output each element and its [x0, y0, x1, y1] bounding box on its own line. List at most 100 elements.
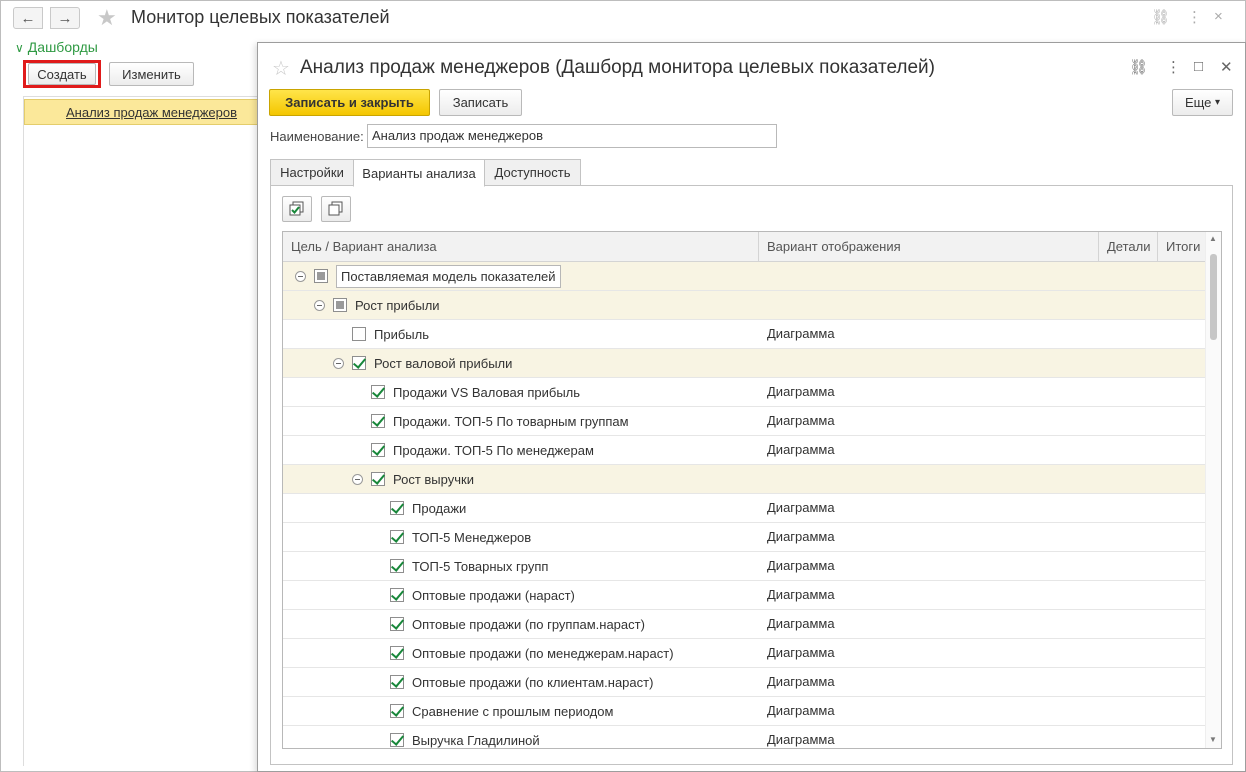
row-name-cell: Оптовые продажи (по клиентам.нараст)	[390, 668, 653, 696]
page-title: Монитор целевых показателей	[131, 7, 390, 27]
table-row[interactable]: Оптовые продажи (по менеджерам.нараст) Ди…	[283, 639, 1207, 668]
collapse-icon[interactable]	[314, 299, 325, 311]
row-name-cell: Рост валовой прибыли	[333, 349, 512, 377]
row-checkbox[interactable]	[390, 675, 404, 689]
table-row[interactable]: Продажи. ТОП-5 По менеджерам Диаграмма	[283, 436, 1207, 465]
row-checkbox[interactable]	[371, 472, 385, 486]
column-header-display[interactable]: Вариант отображения	[759, 232, 1099, 262]
row-checkbox[interactable]	[314, 269, 328, 283]
table-row[interactable]: Сравнение с прошлым периодом Диаграмма	[283, 697, 1207, 726]
list-item[interactable]: Анализ продаж менеджеров	[24, 99, 264, 125]
edit-button[interactable]: Изменить	[109, 62, 194, 86]
row-name-cell: Выручка Гладилиной	[390, 726, 540, 748]
row-name-cell: Продажи. ТОП-5 По товарным группам	[371, 407, 629, 435]
tab-settings[interactable]: Настройки	[270, 159, 354, 186]
name-field[interactable]: Анализ продаж менеджеров	[367, 124, 777, 148]
row-label: Рост валовой прибыли	[374, 355, 513, 371]
column-header-totals[interactable]: Итоги	[1158, 232, 1207, 262]
table-row[interactable]: Выручка Гладилиной Диаграмма	[283, 726, 1207, 748]
row-name-cell: Оптовые продажи (нараст)	[390, 581, 575, 609]
forward-button[interactable]: →	[50, 7, 80, 29]
row-display-variant: Диаграмма	[767, 384, 835, 399]
table-row[interactable]: Оптовые продажи (нараст) Диаграмма	[283, 581, 1207, 610]
check-all-button[interactable]	[282, 196, 312, 222]
collapse-icon[interactable]	[295, 270, 306, 282]
close-icon[interactable]: ×	[1214, 8, 1223, 25]
table-row[interactable]: Рост выручки	[283, 465, 1207, 494]
more-icon[interactable]: ⋮	[1187, 8, 1202, 26]
row-label: Выручка Гладилиной	[412, 732, 540, 748]
row-checkbox[interactable]	[371, 385, 385, 399]
row-checkbox[interactable]	[352, 327, 366, 341]
row-checkbox[interactable]	[390, 733, 404, 747]
row-name-cell: Оптовые продажи (по менеджерам.нараст)	[390, 639, 674, 667]
main-header: ← → ★ Монитор целевых показателей ⛓ ⋮ ×	[1, 1, 1245, 35]
table-row[interactable]: Прибыль Диаграмма	[283, 320, 1207, 349]
scroll-down-icon[interactable]: ▼	[1209, 735, 1217, 744]
row-display-variant: Диаграмма	[767, 529, 835, 544]
row-label: Рост выручки	[393, 471, 474, 487]
row-display-variant: Диаграмма	[767, 732, 835, 747]
maximize-icon[interactable]: □	[1194, 58, 1203, 75]
dropdown-arrow-icon: ▾	[1215, 97, 1221, 108]
dialog-title: Анализ продаж менеджеров (Дашборд монито…	[300, 57, 935, 78]
row-checkbox[interactable]	[390, 530, 404, 544]
row-label: Рост прибыли	[355, 297, 440, 313]
scroll-up-icon[interactable]: ▲	[1209, 234, 1217, 243]
row-label: Поставляемая модель показателей	[336, 264, 561, 288]
row-display-variant: Диаграмма	[767, 703, 835, 718]
row-checkbox[interactable]	[390, 559, 404, 573]
more-label: Еще	[1184, 95, 1212, 110]
column-header-goal[interactable]: Цель / Вариант анализа	[283, 232, 759, 262]
table-row[interactable]: Продажи Диаграмма	[283, 494, 1207, 523]
close-icon[interactable]: ✕	[1220, 58, 1233, 76]
collapse-icon[interactable]	[333, 357, 344, 369]
row-label: Продажи. ТОП-5 По товарным группам	[393, 413, 629, 429]
save-and-close-button[interactable]: Записать и закрыть	[269, 89, 430, 116]
row-checkbox[interactable]	[390, 501, 404, 515]
tab-availability[interactable]: Доступность	[484, 159, 581, 186]
row-display-variant: Диаграмма	[767, 674, 835, 689]
star-icon[interactable]: ☆	[272, 56, 290, 81]
row-checkbox[interactable]	[390, 617, 404, 631]
row-checkbox[interactable]	[390, 704, 404, 718]
uncheck-all-button[interactable]	[321, 196, 351, 222]
table-row[interactable]: Поставляемая модель показателей	[283, 262, 1207, 291]
back-button[interactable]: ←	[13, 7, 43, 29]
star-icon[interactable]: ★	[97, 5, 117, 31]
table-row[interactable]: Оптовые продажи (по группам.нараст) Диагр…	[283, 610, 1207, 639]
row-display-variant: Диаграмма	[767, 645, 835, 660]
table-row[interactable]: Продажи. ТОП-5 По товарным группам Диагра…	[283, 407, 1207, 436]
link-icon[interactable]: ⛓	[1151, 8, 1170, 26]
more-icon[interactable]: ⋮	[1166, 58, 1181, 76]
table-row[interactable]: Продажи VS Валовая прибыль Диаграмма	[283, 378, 1207, 407]
row-checkbox[interactable]	[390, 588, 404, 602]
row-label: Продажи	[412, 500, 467, 516]
column-header-details[interactable]: Детали	[1099, 232, 1158, 262]
row-label: ТОП-5 Менеджеров	[412, 529, 532, 545]
row-display-variant: Диаграмма	[767, 326, 835, 341]
row-label: ТОП-5 Товарных групп	[412, 558, 549, 574]
row-checkbox[interactable]	[371, 443, 385, 457]
table-row[interactable]: Рост прибыли	[283, 291, 1207, 320]
link-icon[interactable]: ⛓	[1129, 58, 1148, 76]
create-button[interactable]: Создать	[28, 63, 96, 85]
row-checkbox[interactable]	[371, 414, 385, 428]
row-checkbox[interactable]	[390, 646, 404, 660]
tab-analysis-variants[interactable]: Варианты анализа	[353, 159, 485, 187]
table-row[interactable]: Оптовые продажи (по клиентам.нараст) Диаг…	[283, 668, 1207, 697]
collapse-icon[interactable]	[352, 473, 363, 485]
table-row[interactable]: Рост валовой прибыли	[283, 349, 1207, 378]
row-label: Оптовые продажи (по клиентам.нараст)	[412, 674, 654, 690]
more-actions-button[interactable]: Еще ▾	[1172, 89, 1233, 116]
table-row[interactable]: ТОП-5 Менеджеров Диаграмма	[283, 523, 1207, 552]
row-checkbox[interactable]	[352, 356, 366, 370]
vertical-scrollbar[interactable]: ▲ ▼	[1205, 232, 1221, 748]
row-checkbox[interactable]	[333, 298, 347, 312]
dashboards-section-toggle[interactable]: ∨ Дашборды	[15, 39, 98, 55]
scroll-thumb[interactable]	[1210, 254, 1217, 340]
arrow-left-icon: ←	[20, 9, 36, 27]
save-button[interactable]: Записать	[439, 89, 522, 116]
table-row[interactable]: ТОП-5 Товарных групп Диаграмма	[283, 552, 1207, 581]
row-name-cell: Продажи	[390, 494, 466, 522]
